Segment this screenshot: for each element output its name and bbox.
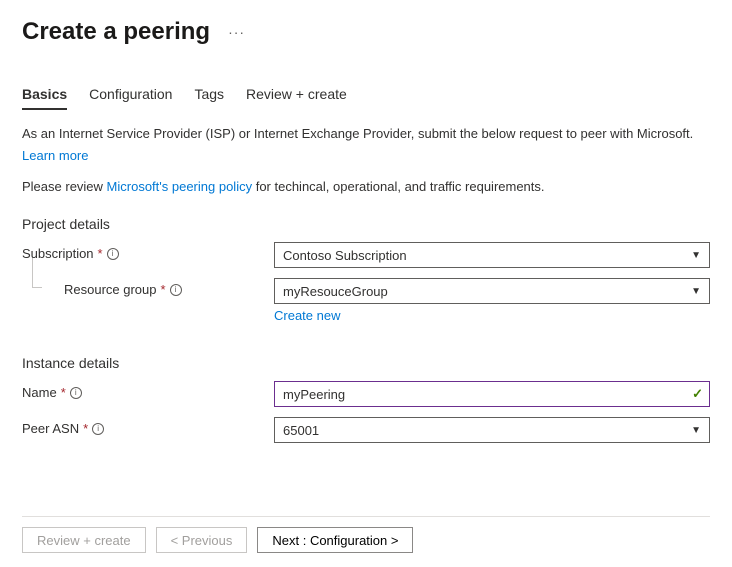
name-value: myPeering [283,387,345,402]
required-icon: * [83,421,88,436]
footer-bar: Review + create < Previous Next : Config… [22,516,710,553]
chevron-down-icon: ▼ [691,425,701,436]
resource-group-value: myResouceGroup [283,284,388,299]
info-icon[interactable]: i [107,248,119,260]
info-icon[interactable]: i [170,284,182,296]
required-icon: * [61,385,66,400]
more-icon[interactable]: ··· [228,24,245,40]
policy-text: Please review Microsoft's peering policy… [22,179,710,194]
create-new-link[interactable]: Create new [274,308,340,323]
subscription-select[interactable]: Contoso Subscription ▼ [274,242,710,268]
subscription-label: Subscription * i [22,242,274,261]
policy-link[interactable]: Microsoft's peering policy [107,179,253,194]
peer-asn-select[interactable]: 65001 ▼ [274,417,710,443]
name-input[interactable]: myPeering ✓ [274,381,710,407]
policy-suffix: for techincal, operational, and traffic … [252,179,544,194]
resource-group-label: Resource group * i [22,278,274,297]
review-create-button: Review + create [22,527,146,553]
tab-bar: Basics Configuration Tags Review + creat… [22,86,710,111]
next-button[interactable]: Next : Configuration > [257,527,413,553]
peer-asn-value: 65001 [283,423,319,438]
info-icon[interactable]: i [92,423,104,435]
info-icon[interactable]: i [70,387,82,399]
section-instance-details: Instance details [22,355,710,371]
subscription-value: Contoso Subscription [283,248,407,263]
checkmark-icon: ✓ [692,386,703,402]
page-title: Create a peering [22,18,210,46]
intro-text: As an Internet Service Provider (ISP) or… [22,125,710,143]
tab-tags[interactable]: Tags [194,86,224,110]
tab-review[interactable]: Review + create [246,86,347,110]
required-icon: * [161,282,166,297]
policy-prefix: Please review [22,179,107,194]
hierarchy-connector [32,258,42,288]
previous-button: < Previous [156,527,248,553]
name-label: Name * i [22,381,274,400]
resource-group-select[interactable]: myResouceGroup ▼ [274,278,710,304]
chevron-down-icon: ▼ [691,286,701,297]
peer-asn-label: Peer ASN * i [22,417,274,436]
section-project-details: Project details [22,216,710,232]
required-icon: * [98,246,103,261]
tab-basics[interactable]: Basics [22,86,67,110]
learn-more-link[interactable]: Learn more [22,148,88,163]
chevron-down-icon: ▼ [691,250,701,261]
tab-configuration[interactable]: Configuration [89,86,172,110]
